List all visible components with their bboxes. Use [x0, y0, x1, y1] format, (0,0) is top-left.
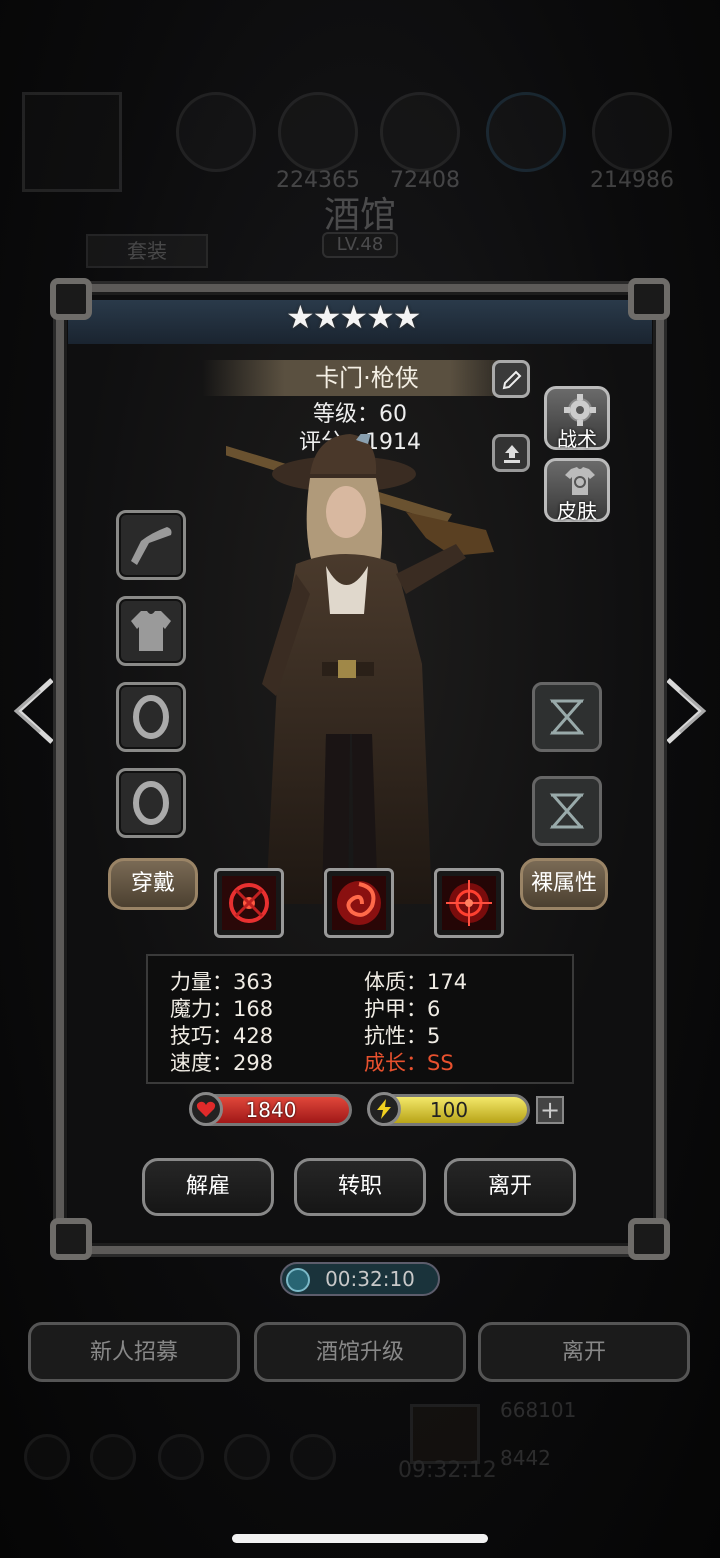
gift-box-icon[interactable] — [410, 1404, 480, 1464]
naked-stats-button[interactable]: 裸属性 — [520, 858, 608, 910]
hero-stats-panel: 力量：363 魔力：168 技巧：428 速度：298 体质：174 护甲：6 … — [146, 954, 574, 1084]
next-hero-arrow-icon[interactable] — [660, 676, 712, 746]
recruit-timer-text: 00:32:10 — [325, 1267, 415, 1291]
gem-amount: 8442 — [500, 1446, 551, 1470]
resource-icon-5 — [592, 92, 672, 172]
tavern-title: 酒馆 — [323, 195, 396, 236]
skin-button[interactable]: 皮肤 — [544, 458, 610, 523]
tactics-button[interactable]: 战术 — [544, 386, 610, 451]
stat-strength: 力量：363 — [170, 970, 274, 994]
gold-amount: 668101 — [500, 1398, 577, 1422]
hourglass-icon — [549, 699, 585, 735]
frame-corner — [628, 278, 670, 320]
swirl-skill-icon — [332, 876, 386, 930]
equip-button[interactable]: 穿戴 — [108, 858, 198, 910]
skill-slot-3[interactable] — [434, 868, 504, 938]
pistol-icon — [131, 527, 172, 565]
locked-slot-1[interactable] — [532, 682, 602, 752]
frame-corner — [50, 278, 92, 320]
resource-icon-2 — [278, 92, 358, 172]
weapon-slot[interactable] — [116, 510, 186, 580]
dismiss-button[interactable]: 解雇 — [142, 1158, 274, 1216]
hp-bar: 1840 — [189, 1092, 352, 1126]
target-skill-icon — [442, 876, 496, 930]
frame-corner — [628, 1218, 670, 1260]
dock-icon-4[interactable] — [224, 1434, 270, 1480]
crosshair-skill-icon — [222, 876, 276, 930]
stat-constitution: 体质：174 — [364, 970, 468, 994]
locked-slot-2[interactable] — [532, 776, 602, 846]
shirt-swap-icon — [565, 467, 595, 495]
armor-slot[interactable] — [116, 596, 186, 666]
hero-detail-dialog: ★★★★★ 卡门·枪侠 等级：60 评分：1914 战术 皮肤 — [50, 278, 670, 1260]
frame-corner — [50, 1218, 92, 1260]
hourglass-icon — [549, 793, 585, 829]
dock-icon-3[interactable] — [158, 1434, 204, 1480]
stat-armor: 护甲：6 — [364, 997, 441, 1021]
armor-icon — [131, 611, 171, 651]
home-indicator[interactable] — [232, 1534, 488, 1543]
tavern-level-badge: LV.48 — [322, 232, 398, 258]
energy-bar: 100 — [367, 1092, 530, 1126]
dock-icon-5[interactable] — [290, 1434, 336, 1480]
stat-speed: 速度：298 — [170, 1051, 274, 1075]
energy-value: 100 — [429, 1098, 469, 1122]
resource-icon-1 — [176, 92, 256, 172]
skin-label: 皮肤 — [557, 499, 597, 523]
tavern-leave-button[interactable]: 离开 — [478, 1322, 690, 1382]
previous-hero-arrow-icon[interactable] — [8, 676, 60, 746]
skill-slot-1[interactable] — [214, 868, 284, 938]
set-button[interactable]: 套装 — [86, 234, 208, 268]
hero-star-rating: ★★★★★ — [286, 298, 421, 336]
resource-icon-4 — [486, 92, 566, 172]
hero-name: 卡门·枪侠 — [315, 364, 419, 392]
leave-button[interactable]: 离开 — [444, 1158, 576, 1216]
ring-icon — [133, 781, 169, 825]
stat-resistance: 抗性：5 — [364, 1024, 441, 1048]
stat-growth: 成长：SS — [364, 1051, 454, 1075]
hp-value: 1840 — [245, 1098, 297, 1122]
recruit-timer: 00:32:10 — [280, 1262, 440, 1296]
ring-slot-2[interactable] — [116, 768, 186, 838]
skill-slot-2[interactable] — [324, 868, 394, 938]
resource-icon-3 — [380, 92, 460, 172]
gear-icon — [564, 394, 596, 426]
job-transfer-button[interactable]: 转职 — [294, 1158, 426, 1216]
stat-skill: 技巧：428 — [170, 1024, 274, 1048]
tavern-upgrade-button[interactable]: 酒馆升级 — [254, 1322, 466, 1382]
stat-magic: 魔力：168 — [170, 997, 274, 1021]
new-recruit-button[interactable]: 新人招募 — [28, 1322, 240, 1382]
ring-slot-1[interactable] — [116, 682, 186, 752]
dock-icon-2[interactable] — [90, 1434, 136, 1480]
player-avatar — [22, 92, 122, 192]
dock-icon-1[interactable] — [24, 1434, 70, 1480]
ring-icon — [133, 695, 169, 739]
tactics-label: 战术 — [557, 427, 597, 451]
edit-name-icon[interactable] — [492, 360, 530, 398]
hero-name-bar: 卡门·枪侠 — [202, 360, 532, 396]
dock-clock: 09:32:12 — [398, 1458, 497, 1483]
add-energy-button[interactable]: + — [536, 1096, 564, 1124]
